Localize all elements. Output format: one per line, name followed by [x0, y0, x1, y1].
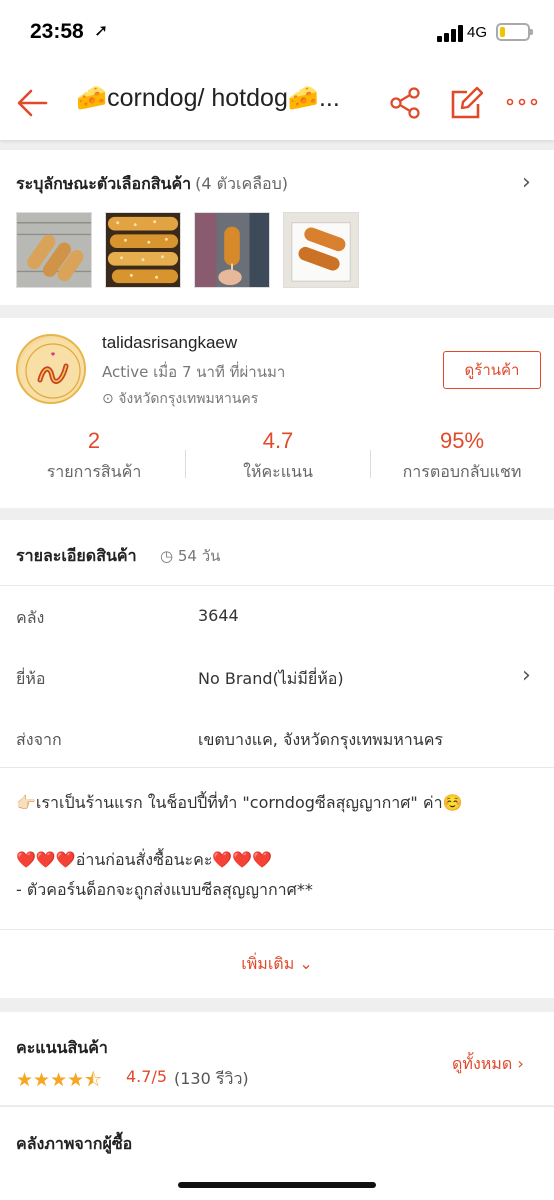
variant-thumb-2[interactable]	[105, 212, 181, 288]
corndog-in-box-photo	[284, 213, 358, 287]
shop-stats: 2 รายการสินค้า 4.7 ให้คะแนน 95% การตอบกล…	[0, 428, 554, 498]
hearts-emoji: ❤️❤️❤️	[16, 850, 76, 869]
variant-thumb-3[interactable]	[194, 212, 270, 288]
cheese-emoji: 🧀	[76, 84, 108, 112]
clock-icon: ◷	[160, 547, 174, 565]
divider	[0, 585, 554, 586]
battery-level	[500, 27, 506, 37]
detail-key: ส่งจาก	[16, 730, 62, 749]
star-rating-icon: ★★★★⯪	[16, 1069, 103, 1091]
shop-name[interactable]: talidasrisangkaew	[102, 333, 237, 353]
stat-products: 2 รายการสินค้า	[2, 428, 186, 485]
variant-section[interactable]: ระบุลักษณะตัวเลือกสินค้า (4 ตัวเคลือบ) ›	[0, 150, 554, 305]
clock: 23:58	[30, 20, 84, 43]
variant-count: (4 ตัวเคลือบ)	[195, 174, 289, 193]
chevron-right-icon: ›	[517, 1054, 524, 1073]
product-ratings-section: คะแนนสินค้า ★★★★⯪ 4.7/5 (130 รีวิว) ดูทั…	[0, 1012, 554, 1105]
detail-row-stock: คลัง 3644	[0, 596, 554, 636]
corndog-in-hand-photo	[195, 213, 269, 287]
description-line-3: - ตัวคอร์นด็อกจะถูกส่งแบบซีลสุญญากาศ**	[16, 880, 313, 899]
product-title-text: corndog/ hotdog	[107, 84, 288, 112]
variant-thumb-1[interactable]	[16, 212, 92, 288]
detail-value: No Brand(ไม่มียี่ห้อ)	[198, 669, 344, 688]
stat-value: 2	[87, 428, 101, 453]
listing-age: ◷ 54 วัน	[160, 544, 220, 568]
variant-title: ระบุลักษณะตัวเลือกสินค้า	[16, 174, 192, 193]
location-arrow-icon: ➚	[94, 21, 109, 41]
chevron-right-icon[interactable]: ›	[522, 663, 531, 688]
shop-location-text: จังหวัดกรุงเทพมหานคร	[118, 391, 259, 407]
shop-logo-icon	[20, 338, 84, 402]
more-icon[interactable]	[506, 92, 538, 112]
edit-icon[interactable]	[450, 86, 484, 120]
detail-row-brand[interactable]: ยี่ห้อ No Brand(ไม่มียี่ห้อ) ›	[0, 657, 554, 697]
divider	[0, 767, 554, 768]
detail-key: ยี่ห้อ	[16, 669, 46, 688]
stat-label: รายการสินค้า	[46, 462, 142, 481]
stat-label: การตอบกลับแชท	[402, 462, 522, 481]
back-arrow-icon[interactable]	[16, 86, 50, 120]
share-icon[interactable]	[388, 86, 422, 120]
detail-key: คลัง	[16, 608, 45, 627]
signal-icon	[437, 24, 463, 42]
show-more-label: เพิ่มเติม	[241, 954, 295, 973]
home-indicator[interactable]	[178, 1182, 376, 1188]
detail-value: เขตบางแค, จังหวัดกรุงเทพมหานคร	[198, 730, 444, 749]
shop-avatar[interactable]	[16, 334, 86, 404]
corndog-tray-photo	[17, 213, 91, 287]
hearts-emoji: ❤️❤️❤️	[212, 850, 273, 869]
stat-value: 4.7	[262, 428, 294, 453]
shop-location: ⊙ จังหวัดกรุงเทพมหานคร	[102, 388, 258, 410]
review-count: (130 รีวิว)	[174, 1069, 249, 1088]
product-title: 🧀corndog/ hotdog🧀...	[76, 84, 368, 113]
detail-row-ships-from: ส่งจาก เขตบางแค, จังหวัดกรุงเทพมหานคร	[0, 718, 554, 758]
variant-thumb-4[interactable]	[283, 212, 359, 288]
listing-age-text: 54 วัน	[177, 547, 221, 565]
top-nav-bar: 🧀corndog/ hotdog🧀...	[0, 64, 554, 140]
description-line-1: 👉🏻เราเป็นร้านแรก ในช็อปปี้ที่ทำ "corndog…	[16, 793, 463, 812]
stat-chat-response: 95% การตอบกลับแชท	[370, 428, 554, 485]
buyer-gallery-title: คลังภาพจากผู้ซื้อ	[16, 1134, 133, 1153]
chevron-right-icon[interactable]: ›	[522, 170, 531, 195]
description-line-2-text: อ่านก่อนสั่งซื้อนะคะ	[75, 850, 213, 869]
variant-header: ระบุลักษณะตัวเลือกสินค้า (4 ตัวเคลือบ)	[16, 172, 288, 197]
title-ellipsis: ...	[318, 84, 340, 112]
see-all-label: ดูทั้งหมด	[452, 1054, 513, 1073]
crispy-corndog-sticks-photo	[106, 213, 180, 287]
detail-value: 3644	[198, 606, 239, 625]
show-more-button[interactable]: เพิ่มเติม ⌄	[0, 930, 554, 998]
stat-label: ให้คะแนน	[243, 462, 313, 481]
rating-score: 4.7/5	[126, 1067, 168, 1086]
description-line-2: ❤️❤️❤️อ่านก่อนสั่งซื้อนะคะ❤️❤️❤️	[16, 848, 272, 873]
shop-active-status: Active เมื่อ 7 นาที ที่ผ่านมา	[102, 363, 286, 381]
ratings-title: คะแนนสินค้า	[16, 1038, 108, 1057]
product-details-section: รายละเอียดสินค้า ◷ 54 วัน คลัง 3644 ยี่ห…	[0, 520, 554, 998]
status-bar: 23:58 ➚ 4G	[0, 0, 554, 64]
cheese-emoji: 🧀	[287, 84, 319, 112]
shop-section: talidasrisangkaew Active เมื่อ 7 นาที ที…	[0, 318, 554, 508]
details-title: รายละเอียดสินค้า	[16, 546, 137, 565]
chevron-down-icon: ⌄	[299, 954, 313, 973]
see-all-ratings-link[interactable]: ดูทั้งหมด ›	[452, 1052, 524, 1077]
stat-value: 95%	[439, 428, 485, 453]
location-pin-icon: ⊙	[102, 391, 114, 407]
stat-rating: 4.7 ให้คะแนน	[186, 428, 370, 485]
visit-shop-button[interactable]: ดูร้านค้า	[443, 351, 541, 389]
network-type: 4G	[467, 24, 488, 41]
battery-icon	[496, 23, 533, 41]
